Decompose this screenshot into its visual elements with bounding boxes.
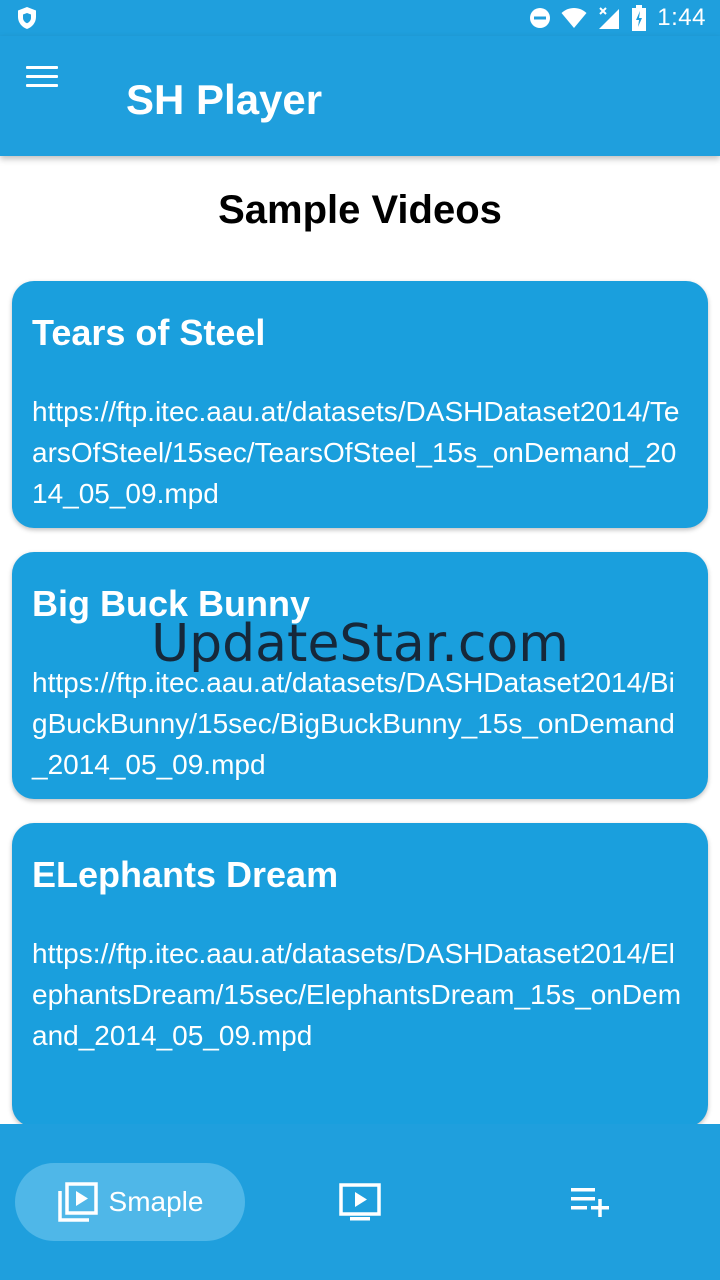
section-title: Sample Videos xyxy=(218,188,502,232)
app-title: SH Player xyxy=(126,76,323,123)
app-bar: SH Player xyxy=(0,36,720,156)
wifi-icon xyxy=(561,8,587,28)
video-card-tears-of-steel[interactable]: Tears of Steel https://ftp.itec.aau.at/d… xyxy=(12,281,708,528)
video-card-elephants-dream[interactable]: ELephants Dream https://ftp.itec.aau.at/… xyxy=(12,823,708,1127)
cellular-signal-icon xyxy=(599,7,620,29)
play-video-icon xyxy=(339,1183,381,1221)
video-title: Tears of Steel xyxy=(32,312,266,353)
nav-player-tab[interactable] xyxy=(330,1179,390,1225)
shield-icon xyxy=(18,7,36,29)
video-library-icon xyxy=(57,1182,98,1222)
nav-add-tab[interactable] xyxy=(560,1179,620,1225)
video-url: https://ftp.itec.aau.at/datasets/DASHDat… xyxy=(32,396,680,509)
bottom-navigation: Smaple xyxy=(0,1124,720,1280)
do-not-disturb-icon xyxy=(530,8,551,28)
status-icons: 1:44 xyxy=(529,0,706,36)
battery-icon xyxy=(632,5,647,31)
playlist-add-icon xyxy=(571,1188,609,1217)
menu-icon[interactable] xyxy=(26,66,58,90)
video-title: Big Buck Bunny xyxy=(32,583,311,624)
video-card-big-buck-bunny[interactable]: Big Buck Bunny https://ftp.itec.aau.at/d… xyxy=(12,552,708,799)
status-bar: 1:44 xyxy=(0,0,720,36)
video-url: https://ftp.itec.aau.at/datasets/DASHDat… xyxy=(32,667,675,780)
video-title: ELephants Dream xyxy=(32,854,339,895)
video-url: https://ftp.itec.aau.at/datasets/DASHDat… xyxy=(32,938,682,1051)
video-list: Tears of Steel https://ftp.itec.aau.at/d… xyxy=(12,281,708,1151)
nav-sample-label: Smaple xyxy=(108,1186,204,1217)
status-time: 1:44 xyxy=(657,4,706,31)
nav-sample-tab[interactable]: Smaple xyxy=(15,1163,245,1241)
